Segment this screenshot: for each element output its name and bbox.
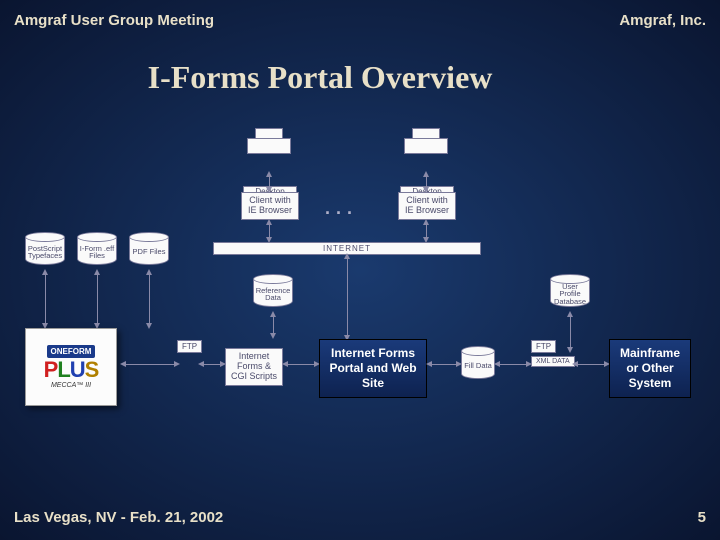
arrow-icon: [431, 364, 457, 365]
client-box: Client with IE Browser: [241, 192, 299, 220]
xml-data-label: XML DATA: [531, 356, 575, 367]
arrow-icon: [125, 364, 175, 365]
slide-title: I-Forms Portal Overview: [0, 59, 720, 96]
arrow-icon: [570, 316, 571, 348]
arrow-icon: [203, 364, 221, 365]
arrow-icon: [45, 274, 46, 324]
cylinder-icon: Reference Data: [253, 274, 293, 312]
cylinder-icon: I-Form .eff Files: [77, 232, 117, 270]
cylinder-icon: User Profile Database: [550, 274, 590, 312]
arrow-icon: [426, 224, 427, 238]
page-number: 5: [698, 509, 706, 526]
arrow-icon: [149, 274, 150, 324]
client-box: Client with IE Browser: [398, 192, 456, 220]
portal-box: Internet Forms Portal and Web Site: [319, 339, 427, 398]
architecture-diagram: Desktop Printer Desktop Printer Client w…: [25, 130, 695, 460]
arrow-icon: [347, 258, 348, 336]
arrow-icon: [287, 364, 315, 365]
plus-logo: PLUS: [44, 360, 99, 380]
mainframe-box: Mainframe or Other System: [609, 339, 691, 398]
arrow-icon: [97, 274, 98, 324]
cylinder-icon: Fill Data: [461, 346, 495, 384]
ftp-label: FTP: [531, 340, 556, 353]
arrow-icon: [499, 364, 527, 365]
cylinder-icon: PostScript Typefaces: [25, 232, 65, 270]
arrow-icon: [577, 364, 605, 365]
arrow-icon: [273, 316, 274, 334]
arrow-icon: [426, 176, 427, 188]
ellipsis: ...: [325, 198, 358, 219]
ftp-label: FTP: [177, 340, 202, 353]
internet-forms-cgi-box: Internet Forms & CGI Scripts: [225, 348, 283, 386]
desktop-printer-icon: [243, 128, 293, 156]
cylinder-icon: PDF Files: [129, 232, 169, 270]
footer-location-date: Las Vegas, NV - Feb. 21, 2002: [14, 509, 223, 526]
header-left: Amgraf User Group Meeting: [14, 12, 214, 29]
arrow-icon: [269, 224, 270, 238]
oneform-logo: ONEFORM PLUS MECCA™ III: [25, 328, 117, 406]
desktop-printer-icon: [400, 128, 450, 156]
arrow-icon: [269, 176, 270, 188]
mecca-sublabel: MECCA™ III: [51, 382, 91, 389]
header-right: Amgraf, Inc.: [619, 12, 706, 29]
